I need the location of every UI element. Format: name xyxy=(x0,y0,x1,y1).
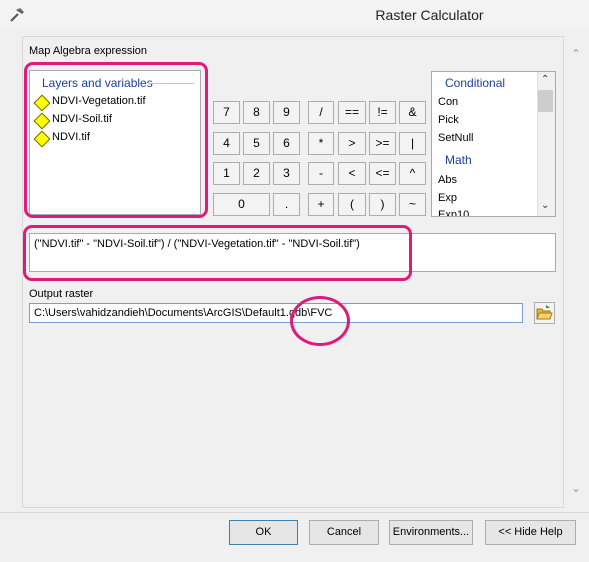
output-raster-value: C:\Users\vahidzandieh\Documents\ArcGIS\D… xyxy=(34,307,333,319)
key-equal[interactable]: == xyxy=(338,101,366,124)
environments-button[interactable]: Environments... xyxy=(389,520,473,545)
key-6[interactable]: 6 xyxy=(273,132,300,155)
key-not[interactable]: ~ xyxy=(399,193,426,216)
functions-group-conditional: Conditional xyxy=(445,76,506,90)
function-exp[interactable]: Exp xyxy=(438,192,457,204)
hide-help-button[interactable]: << Hide Help xyxy=(485,520,576,545)
key-greater-equal[interactable]: >= xyxy=(369,132,396,155)
key-plus[interactable]: + xyxy=(308,193,334,216)
key-1[interactable]: 1 xyxy=(213,162,240,185)
browse-button[interactable] xyxy=(534,302,555,324)
cancel-button[interactable]: Cancel xyxy=(309,520,379,545)
help-scrollbar[interactable]: ⌃ ⌄ xyxy=(566,36,586,508)
layers-highlight xyxy=(24,62,208,218)
key-less[interactable]: < xyxy=(338,162,366,185)
key-multiply[interactable]: * xyxy=(308,132,334,155)
ok-button[interactable]: OK xyxy=(229,520,298,545)
key-less-equal[interactable]: <= xyxy=(369,162,396,185)
functions-group-math: Math xyxy=(445,153,472,167)
key-divide[interactable]: / xyxy=(308,101,334,124)
key-3[interactable]: 3 xyxy=(273,162,300,185)
function-con[interactable]: Con xyxy=(438,96,458,108)
key-not-equal[interactable]: != xyxy=(369,101,396,124)
scroll-down-icon[interactable]: ⌄ xyxy=(570,482,582,494)
output-name-highlight xyxy=(290,296,350,346)
key-5[interactable]: 5 xyxy=(243,132,270,155)
expression-section-label: Map Algebra expression xyxy=(29,45,148,57)
key-decimal[interactable]: . xyxy=(273,193,300,216)
function-abs[interactable]: Abs xyxy=(438,174,457,186)
key-open-paren[interactable]: ( xyxy=(338,193,366,216)
function-pick[interactable]: Pick xyxy=(438,114,459,126)
function-setnull[interactable]: SetNull xyxy=(438,132,473,144)
window-title: Raster Calculator xyxy=(375,7,484,23)
key-7[interactable]: 7 xyxy=(213,101,240,124)
key-minus[interactable]: - xyxy=(308,162,334,185)
key-close-paren[interactable]: ) xyxy=(369,193,396,216)
key-8[interactable]: 8 xyxy=(243,101,270,124)
scroll-down-icon[interactable]: ⌄ xyxy=(541,200,549,211)
scroll-up-icon[interactable]: ⌃ xyxy=(541,74,549,85)
key-and[interactable]: & xyxy=(399,101,426,124)
key-0[interactable]: 0 xyxy=(213,193,270,216)
key-or[interactable]: | xyxy=(399,132,426,155)
function-exp10[interactable]: Exp10 xyxy=(438,209,469,216)
key-9[interactable]: 9 xyxy=(273,101,300,124)
open-folder-icon xyxy=(536,305,553,320)
key-2[interactable]: 2 xyxy=(243,162,270,185)
scroll-up-icon[interactable]: ⌃ xyxy=(570,48,582,60)
button-bar-separator xyxy=(0,512,589,513)
key-greater[interactable]: > xyxy=(338,132,366,155)
expression-highlight xyxy=(23,225,412,281)
output-raster-label: Output raster xyxy=(29,288,94,300)
key-xor[interactable]: ^ xyxy=(399,162,426,185)
key-4[interactable]: 4 xyxy=(213,132,240,155)
functions-scroll-thumb[interactable] xyxy=(538,90,553,112)
